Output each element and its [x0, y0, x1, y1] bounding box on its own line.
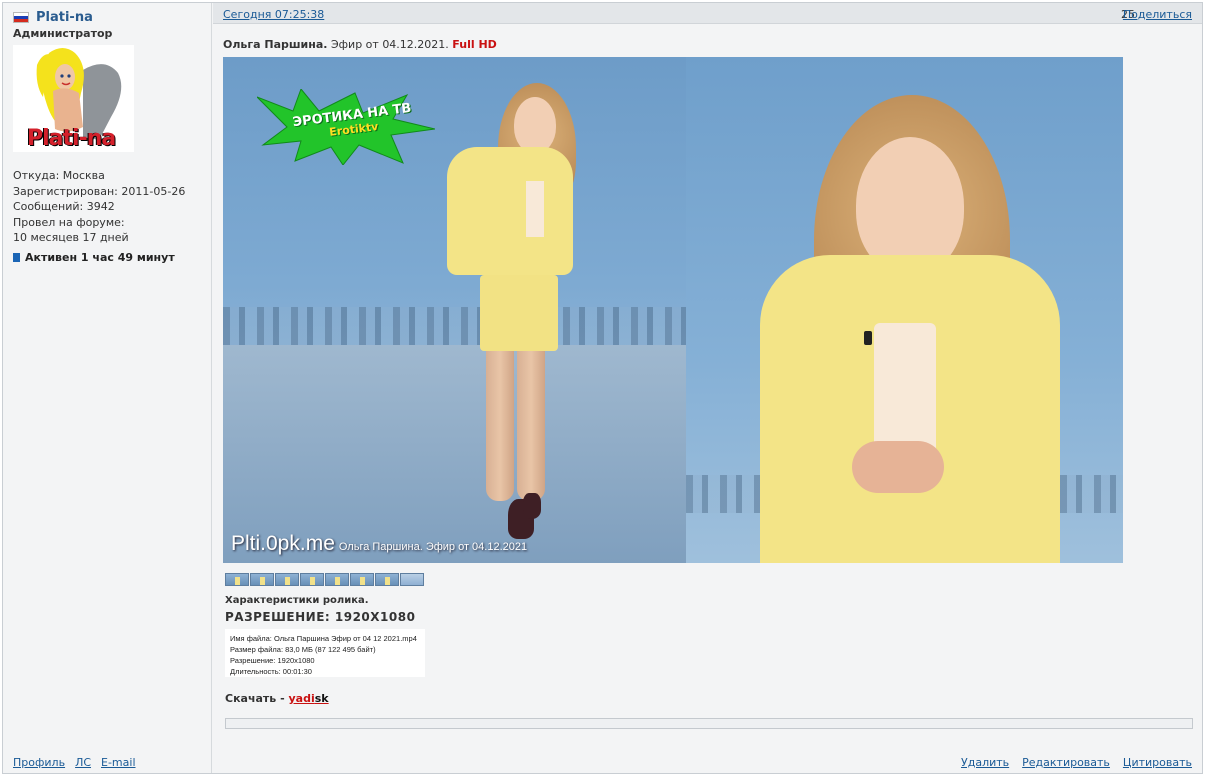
- video-frame-full-body: ЭРОТИКА НА ТВ Erotiktv Plti.0pk.me Ольга …: [223, 57, 686, 563]
- video-screenshot[interactable]: ЭРОТИКА НА ТВ Erotiktv Plti.0pk.me Ольга …: [223, 57, 1123, 563]
- city-skyline: [223, 307, 686, 345]
- email-link[interactable]: E-mail: [101, 756, 136, 769]
- presenter-blouse: [526, 181, 544, 237]
- presenter-face: [514, 97, 556, 153]
- video-frame-closeup: [686, 57, 1123, 563]
- video-watermark: Plti.0pk.me Ольга Паршина. Эфир от 04.12.…: [231, 532, 527, 556]
- private-message-link[interactable]: ЛС: [75, 756, 91, 769]
- post-date-link[interactable]: Сегодня 07:25:38: [223, 8, 324, 21]
- presenter-leg-right: [517, 351, 545, 501]
- quote-link[interactable]: Цитировать: [1123, 756, 1192, 769]
- specs-heading: Характеристики ролика.: [225, 595, 369, 606]
- video-thumbnail-icon[interactable]: [300, 573, 324, 586]
- forum-post: Plati-na Администратор Plati-na Откуда: …: [2, 2, 1203, 774]
- russia-flag-icon: [13, 12, 29, 23]
- presenter-blouse: [874, 323, 936, 453]
- delete-link[interactable]: Удалить: [961, 756, 1009, 769]
- author-links: Профиль ЛС E-mail: [13, 756, 136, 769]
- post-title-name: Ольга Паршина.: [223, 38, 328, 51]
- presenter-hands: [852, 441, 944, 493]
- mediainfo-size: Размер файла: 83,0 МБ (87 122 495 байт): [230, 645, 376, 654]
- video-thumbnail-icon[interactable]: [325, 573, 349, 586]
- lapel-microphone-icon: [864, 331, 872, 345]
- author-line: Plati-na: [13, 10, 93, 25]
- post-title-date: Эфир от 04.12.2021.: [327, 38, 453, 51]
- share-link[interactable]: Поделиться: [1123, 8, 1192, 21]
- video-thumbnail-icon[interactable]: [275, 573, 299, 586]
- video-thumbnail-icon[interactable]: [375, 573, 399, 586]
- presenter-leg-left: [486, 351, 514, 501]
- author-sidebar: Plati-na Администратор Plati-na Откуда: …: [3, 3, 212, 773]
- mediainfo-resolution: Разрешение: 1920x1080: [230, 656, 315, 665]
- post-body: Сегодня 07:25:38 25 Поделиться Ольга Пар…: [213, 3, 1202, 773]
- signature-box: [225, 718, 1193, 729]
- download-label: Скачать -: [225, 692, 289, 705]
- online-status-text: Активен 1 час 49 минут: [25, 251, 175, 264]
- author-posts: Сообщений: 3942: [13, 200, 115, 214]
- post-header: Сегодня 07:25:38 25 Поделиться: [213, 3, 1202, 24]
- post-actions: Удалить Редактировать Цитировать: [961, 756, 1192, 769]
- presenter-skirt: [480, 275, 558, 351]
- video-thumbnail-icon[interactable]: [400, 573, 424, 586]
- yadisk-download-link[interactable]: yadisk: [289, 692, 329, 705]
- author-rank: Администратор: [13, 27, 113, 40]
- watermark-site: Plti.0pk.me: [231, 532, 335, 555]
- author-time-value: 10 месяцев 17 дней: [13, 231, 129, 245]
- screenshot-thumbnail-strip: [225, 573, 424, 586]
- yadisk-link-part-red: yadi: [288, 692, 315, 705]
- video-thumbnail-icon[interactable]: [250, 573, 274, 586]
- online-status: Активен 1 час 49 минут: [13, 251, 175, 264]
- download-line: Скачать - yadisk: [225, 692, 329, 705]
- presenter-jacket: [447, 147, 573, 275]
- mediainfo-box: Имя файла: Ольга Паршина Эфир от 04 12 2…: [225, 629, 425, 677]
- author-registered: Зарегистрирован: 2011-05-26: [13, 184, 186, 198]
- background-lower: [223, 345, 686, 563]
- video-thumbnail-icon[interactable]: [225, 573, 249, 586]
- avatar-logo-text: Plati-na: [27, 126, 116, 151]
- mediainfo-duration: Длительность: 00:01:30: [230, 667, 312, 676]
- edit-link[interactable]: Редактировать: [1022, 756, 1110, 769]
- author-name-link[interactable]: Plati-na: [36, 10, 93, 25]
- yadisk-link-part-black: sk: [314, 692, 329, 705]
- author-from: Откуда: Москва: [13, 169, 105, 182]
- profile-link[interactable]: Профиль: [13, 756, 65, 769]
- post-title: Ольга Паршина. Эфир от 04.12.2021. Full …: [223, 38, 497, 51]
- avatar: Plati-na: [13, 45, 134, 152]
- author-time-label: Провел на форуме:: [13, 215, 125, 229]
- online-status-icon: [13, 253, 20, 262]
- resolution-heading: РАЗРЕШЕНИЕ: 1920X1080: [225, 610, 416, 624]
- post-title-quality: Full HD: [452, 38, 497, 51]
- presenter-shoe-right: [523, 493, 541, 519]
- watermark-caption: Ольга Паршина. Эфир от 04.12.2021: [338, 541, 528, 553]
- video-thumbnail-icon[interactable]: [350, 573, 374, 586]
- mediainfo-filename: Имя файла: Ольга Паршина Эфир от 04 12 2…: [230, 634, 417, 643]
- author-info: Откуда: Москва Зарегистрирован: 2011-05-…: [13, 168, 185, 246]
